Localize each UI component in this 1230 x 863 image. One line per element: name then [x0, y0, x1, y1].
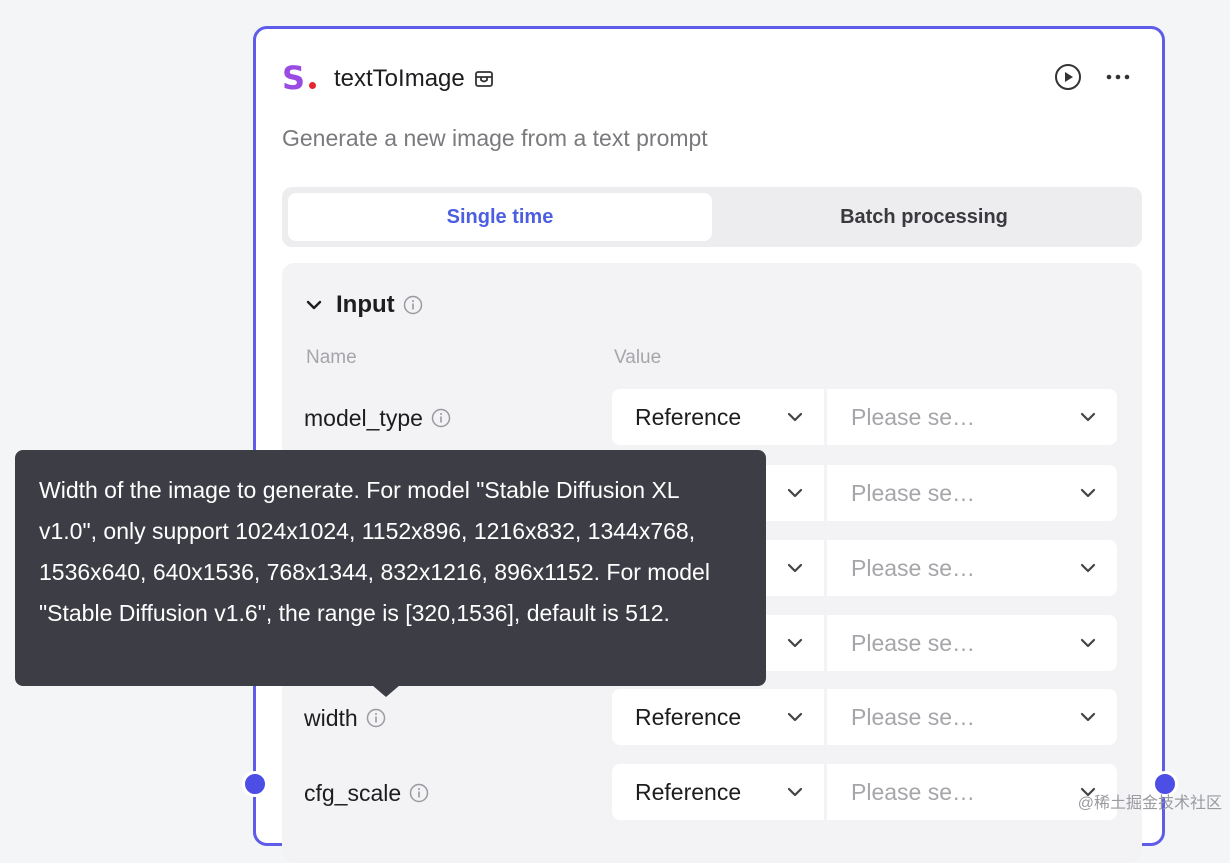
info-circle-icon[interactable]	[366, 708, 386, 728]
chevron-down-icon	[787, 638, 803, 648]
input-section-header[interactable]: Input	[304, 291, 423, 319]
param-name: cfg_scale	[304, 764, 429, 822]
tab-single-time[interactable]: Single time	[288, 193, 712, 241]
value-select[interactable]: Please se…	[827, 540, 1117, 596]
watermark: @稀土掘金技术社区	[1077, 795, 1222, 812]
play-circle-icon[interactable]	[1054, 63, 1082, 91]
chevron-down-icon	[787, 488, 803, 498]
tooltip-text: Width of the image to generate. For mode…	[39, 477, 710, 626]
info-circle-icon[interactable]	[409, 783, 429, 803]
value-select[interactable]: Please se…	[827, 689, 1117, 745]
section-title: Input	[336, 291, 395, 318]
node-title: textToImage	[334, 65, 465, 92]
header-actions	[1054, 63, 1132, 91]
node-description: Generate a new image from a text prompt	[282, 125, 708, 151]
value-select[interactable]: Please se…	[827, 764, 1117, 820]
value-select[interactable]: Please se…	[827, 465, 1117, 521]
tooltip-arrow	[372, 685, 400, 697]
chevron-down-icon	[1080, 488, 1096, 498]
chevron-down-icon[interactable]	[304, 295, 324, 315]
param-row-cfg-scale: cfg_scale Reference Please se…	[282, 764, 1142, 822]
param-name: width	[304, 689, 386, 747]
source-type-select[interactable]: Reference	[612, 764, 824, 820]
value-select[interactable]: Please se…	[827, 389, 1117, 445]
chevron-down-icon	[787, 712, 803, 722]
param-name: model_type	[304, 389, 451, 447]
info-circle-icon[interactable]	[403, 295, 423, 315]
param-row-model-type: model_type Reference Please se…	[282, 389, 1142, 447]
chevron-down-icon	[1080, 712, 1096, 722]
chevron-down-icon	[1080, 412, 1096, 422]
param-row-width: width Reference Please se…	[282, 689, 1142, 747]
value-select[interactable]: Please se…	[827, 615, 1117, 671]
brand-s-logo-icon: S	[282, 60, 318, 96]
text-to-image-node[interactable]: S textToImage Generate a new image from …	[253, 26, 1165, 863]
chevron-down-icon	[787, 412, 803, 422]
chevron-down-icon	[787, 787, 803, 797]
mode-tabs: Single time Batch processing	[282, 187, 1142, 247]
column-header-name: Name	[306, 347, 357, 368]
chevron-down-icon	[787, 563, 803, 573]
input-connection-handle[interactable]	[242, 771, 268, 797]
column-header-value: Value	[614, 347, 662, 368]
info-circle-icon[interactable]	[431, 408, 451, 428]
node-header: S textToImage	[282, 60, 494, 96]
source-type-select[interactable]: Reference	[612, 689, 824, 745]
store-icon[interactable]	[474, 69, 494, 89]
chevron-down-icon	[1080, 638, 1096, 648]
source-type-select[interactable]: Reference	[612, 389, 824, 445]
more-dots-icon[interactable]	[1104, 63, 1132, 91]
chevron-down-icon	[1080, 563, 1096, 573]
width-tooltip: Width of the image to generate. For mode…	[15, 450, 766, 686]
tab-batch-processing[interactable]: Batch processing	[712, 193, 1136, 241]
